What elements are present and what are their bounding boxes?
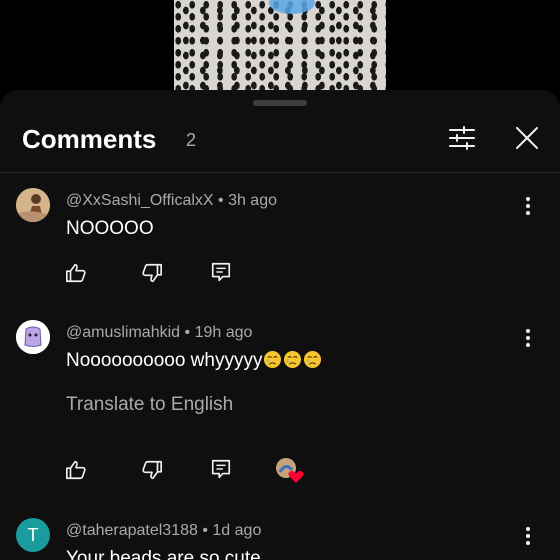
like-icon bbox=[66, 460, 86, 480]
reply-icon bbox=[211, 262, 231, 282]
comments-sheet: Comments 2 @XxSashi_OfficalxX • 3h ago N… bbox=[0, 90, 560, 560]
creator-heart-icon bbox=[276, 458, 304, 483]
filter-icon bbox=[449, 126, 475, 150]
like-icon bbox=[66, 263, 86, 283]
user-photo-icon bbox=[16, 188, 50, 222]
more-button[interactable] bbox=[516, 194, 540, 218]
comments-title: Comments bbox=[22, 124, 157, 154]
like-button[interactable] bbox=[63, 457, 89, 483]
comment-time: 19h ago bbox=[194, 324, 253, 341]
comment-author[interactable]: @XxSashi_OfficalxX bbox=[66, 192, 214, 209]
comments-header: Comments 2 bbox=[0, 118, 560, 173]
more-vert-icon bbox=[526, 197, 530, 215]
comment-meta: @taherapatel3188 • 1d ago bbox=[66, 522, 262, 539]
comment-text: NOOOOO bbox=[66, 218, 154, 239]
crying-face-icon bbox=[264, 350, 282, 369]
like-button[interactable] bbox=[63, 260, 89, 286]
comment-text: Your beads are so cute bbox=[66, 548, 261, 560]
avatar[interactable] bbox=[16, 320, 50, 354]
reply-button[interactable] bbox=[208, 259, 234, 285]
reply-button[interactable] bbox=[208, 456, 234, 482]
comment-item: @XxSashi_OfficalxX • 3h ago NOOOOO bbox=[0, 188, 560, 308]
comment-text: Noooooooooo whyyyyy bbox=[66, 350, 263, 371]
avatar-letter: T bbox=[27, 524, 39, 545]
comment-item: @amuslimahkid • 19h ago Noooooooooo whyy… bbox=[0, 320, 560, 490]
comment-text-row: Noooooooooo whyyyyy bbox=[66, 350, 322, 372]
comment-time: 1d ago bbox=[212, 522, 262, 539]
more-button[interactable] bbox=[516, 524, 540, 548]
avatar[interactable] bbox=[16, 188, 50, 222]
filter-button[interactable] bbox=[444, 120, 480, 156]
more-button[interactable] bbox=[516, 326, 540, 350]
character-avatar-icon bbox=[16, 320, 50, 354]
comment-meta: @amuslimahkid • 19h ago bbox=[66, 324, 253, 341]
close-button[interactable] bbox=[509, 120, 545, 156]
video-detail bbox=[269, 0, 315, 14]
comment-time: 3h ago bbox=[228, 192, 277, 209]
dislike-button[interactable] bbox=[139, 457, 165, 483]
close-icon bbox=[516, 127, 538, 149]
comment-item: T @taherapatel3188 • 1d ago Your beads a… bbox=[0, 518, 560, 560]
avatar[interactable]: T bbox=[16, 518, 50, 552]
drag-handle[interactable] bbox=[253, 100, 307, 106]
more-vert-icon bbox=[526, 329, 530, 347]
video-thumbnail[interactable] bbox=[174, 0, 386, 92]
reply-icon bbox=[211, 459, 231, 479]
comment-author[interactable]: @taherapatel3188 bbox=[66, 522, 198, 539]
comment-author[interactable]: @amuslimahkid bbox=[66, 324, 180, 341]
dislike-button[interactable] bbox=[139, 260, 165, 286]
comments-count: 2 bbox=[186, 130, 197, 150]
dislike-icon bbox=[142, 460, 162, 480]
crying-face-icon bbox=[304, 350, 322, 369]
crying-face-icon bbox=[284, 350, 302, 369]
translate-link[interactable]: Translate to English bbox=[66, 394, 233, 416]
dislike-icon bbox=[142, 263, 162, 283]
more-vert-icon bbox=[526, 527, 530, 545]
comment-meta: @XxSashi_OfficalxX • 3h ago bbox=[66, 192, 277, 209]
creator-heart-badge bbox=[274, 456, 306, 484]
